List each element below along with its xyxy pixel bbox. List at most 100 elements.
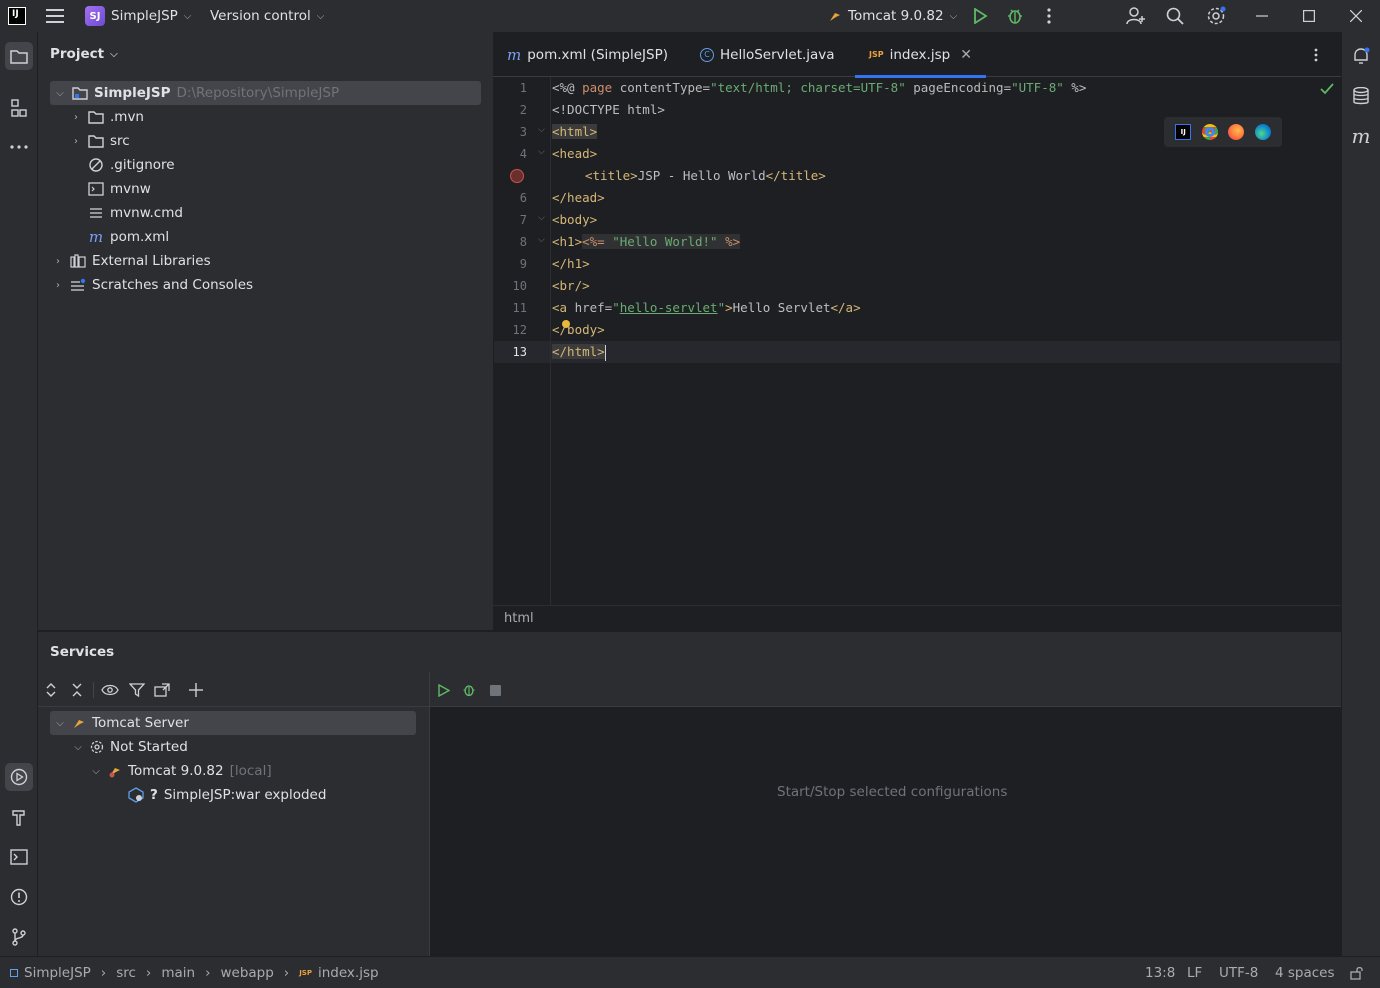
fold-icon[interactable]: ⌵ — [538, 235, 545, 245]
title-bar: IJ SJ SimpleJSP ⌵ Version control ⌵ Tomc… — [0, 0, 1380, 32]
filter-button[interactable] — [127, 680, 147, 700]
intellij-browser-icon[interactable]: IJ — [1175, 124, 1192, 140]
fold-icon[interactable]: ⌵ — [538, 125, 545, 135]
app-logo[interactable]: IJ — [8, 0, 26, 32]
chevron-down-icon: ⌵ — [183, 10, 192, 22]
code-editor[interactable]: <%@ page contentType="text/html; charset… — [552, 77, 1341, 605]
toolbar-separator — [93, 682, 94, 698]
breakpoint-icon[interactable] — [510, 169, 524, 183]
service-item-not-started[interactable]: ⌵ Not Started — [72, 735, 188, 759]
vcs-menu[interactable]: Version control ⌵ — [210, 0, 324, 32]
debug-service-button[interactable] — [459, 680, 479, 700]
git-tool-button[interactable] — [5, 923, 33, 951]
no-problems-check-icon[interactable] — [1320, 83, 1334, 95]
tomcat-icon — [109, 768, 120, 778]
close-tab-icon[interactable]: ✕ — [960, 47, 972, 63]
run-config-selector[interactable]: Tomcat 9.0.82 ⌵ — [828, 0, 957, 32]
empty-state-text: Start/Stop selected configurations — [777, 784, 1008, 800]
chrome-icon[interactable] — [1201, 124, 1218, 140]
more-tools-button[interactable] — [5, 133, 33, 161]
add-user-button[interactable] — [1126, 0, 1146, 32]
tree-item-mvnw-cmd[interactable]: mvnw.cmd — [88, 201, 183, 225]
close-window-button[interactable] — [1350, 0, 1362, 32]
tab-pom-xml[interactable]: m pom.xml (SimpleJSP) — [507, 32, 668, 77]
minimize-button[interactable] — [1256, 0, 1268, 32]
firefox-icon[interactable] — [1228, 124, 1245, 140]
fold-icon[interactable]: ⌵ — [538, 213, 545, 223]
tree-item-path: D:\Repository\SimpleJSP — [176, 85, 340, 101]
tree-item-pom[interactable]: m pom.xml — [88, 225, 169, 249]
services-icon — [10, 768, 28, 786]
project-panel-header[interactable]: Project ⌵ — [50, 46, 118, 62]
line-number: 2 — [519, 103, 527, 117]
tree-item-src[interactable]: › src — [70, 129, 130, 153]
tab-helloservlet-java[interactable]: C HelloServlet.java — [700, 32, 835, 77]
build-tool-button[interactable] — [5, 803, 33, 831]
collapse-all-button[interactable] — [67, 680, 87, 700]
tabs-more-button[interactable] — [1313, 32, 1319, 77]
file-encoding[interactable]: UTF-8 — [1219, 957, 1258, 988]
code-line: <%@ page contentType="text/html; charset… — [552, 80, 1087, 95]
tree-item-mvn[interactable]: › .mvn — [70, 105, 144, 129]
breadcrumb-item[interactable]: webapp — [220, 965, 273, 981]
tree-item-mvnw[interactable]: mvnw — [88, 177, 151, 201]
search-button[interactable] — [1166, 0, 1184, 32]
tree-item-scratches[interactable]: › Scratches and Consoles — [52, 273, 253, 297]
editor-breadcrumb-item[interactable]: html — [504, 611, 534, 626]
open-in-new-tab-button[interactable] — [152, 680, 172, 700]
breadcrumb-item[interactable]: SimpleJSP — [24, 965, 91, 981]
line-number: 1 — [519, 81, 527, 95]
caret-position[interactable]: 13:8 — [1145, 957, 1175, 988]
maximize-button[interactable] — [1303, 0, 1315, 32]
tab-index-jsp[interactable]: JSP index.jsp ✕ — [855, 32, 986, 78]
add-service-button[interactable] — [186, 680, 206, 700]
play-icon — [437, 683, 450, 697]
debug-button[interactable] — [1006, 0, 1024, 32]
tree-item-label: pom.xml — [110, 229, 170, 245]
breadcrumb-item[interactable]: index.jsp — [318, 965, 379, 981]
servlet-link[interactable]: hello-servlet — [620, 300, 718, 315]
gear-icon — [90, 740, 104, 754]
more-actions-button[interactable] — [1042, 0, 1056, 32]
notifications-button[interactable] — [1347, 42, 1375, 70]
jsp-file-icon: JSP — [869, 50, 884, 59]
tree-item-label: External Libraries — [92, 253, 211, 269]
play-icon — [974, 8, 988, 24]
main-menu-button[interactable] — [46, 0, 64, 32]
line-separator[interactable]: LF — [1187, 957, 1202, 988]
settings-button[interactable] — [1206, 0, 1226, 32]
expand-all-button[interactable] — [41, 680, 61, 700]
tree-item-gitignore[interactable]: .gitignore — [88, 153, 175, 177]
service-item-tomcat-local[interactable]: ⌵ Tomcat 9.0.82 [local] — [90, 759, 271, 783]
edge-icon[interactable] — [1254, 124, 1271, 140]
tree-item-external-libraries[interactable]: › External Libraries — [52, 249, 211, 273]
service-item-label: SimpleJSP:war exploded — [163, 787, 327, 803]
project-tool-button[interactable] — [5, 42, 33, 70]
readonly-toggle[interactable] — [1350, 957, 1364, 988]
stop-service-button[interactable] — [485, 680, 505, 700]
database-icon — [1353, 87, 1369, 105]
terminal-tool-button[interactable] — [5, 843, 33, 871]
breadcrumb-item[interactable]: src — [116, 965, 136, 981]
maven-tool-button[interactable]: m — [1347, 122, 1375, 150]
view-options-button[interactable] — [100, 680, 120, 700]
more-horizontal-icon — [10, 145, 28, 149]
project-switcher[interactable]: SJ SimpleJSP ⌵ — [85, 0, 191, 32]
problems-tool-button[interactable] — [5, 883, 33, 911]
breadcrumb-item[interactable]: main — [161, 965, 195, 981]
unknown-status-icon: ? — [150, 787, 158, 803]
services-tool-button[interactable] — [5, 763, 33, 791]
services-title: Services — [50, 644, 115, 660]
lightbulb-icon[interactable] — [562, 320, 570, 328]
bell-icon — [1354, 47, 1370, 64]
tree-item-label: SimpleJSP — [94, 85, 171, 101]
tree-item-root[interactable]: ⌵ SimpleJSP D:\Repository\SimpleJSP — [50, 81, 481, 105]
fold-icon[interactable]: ⌵ — [538, 147, 545, 157]
service-item-artifact[interactable]: ? SimpleJSP:war exploded — [128, 783, 326, 807]
database-tool-button[interactable] — [1347, 82, 1375, 110]
indent-setting[interactable]: 4 spaces — [1275, 957, 1335, 988]
service-item-tomcat-server[interactable]: ⌵ Tomcat Server — [50, 711, 416, 735]
start-service-button[interactable] — [433, 680, 453, 700]
run-button[interactable] — [972, 0, 988, 32]
structure-tool-button[interactable] — [5, 94, 33, 122]
